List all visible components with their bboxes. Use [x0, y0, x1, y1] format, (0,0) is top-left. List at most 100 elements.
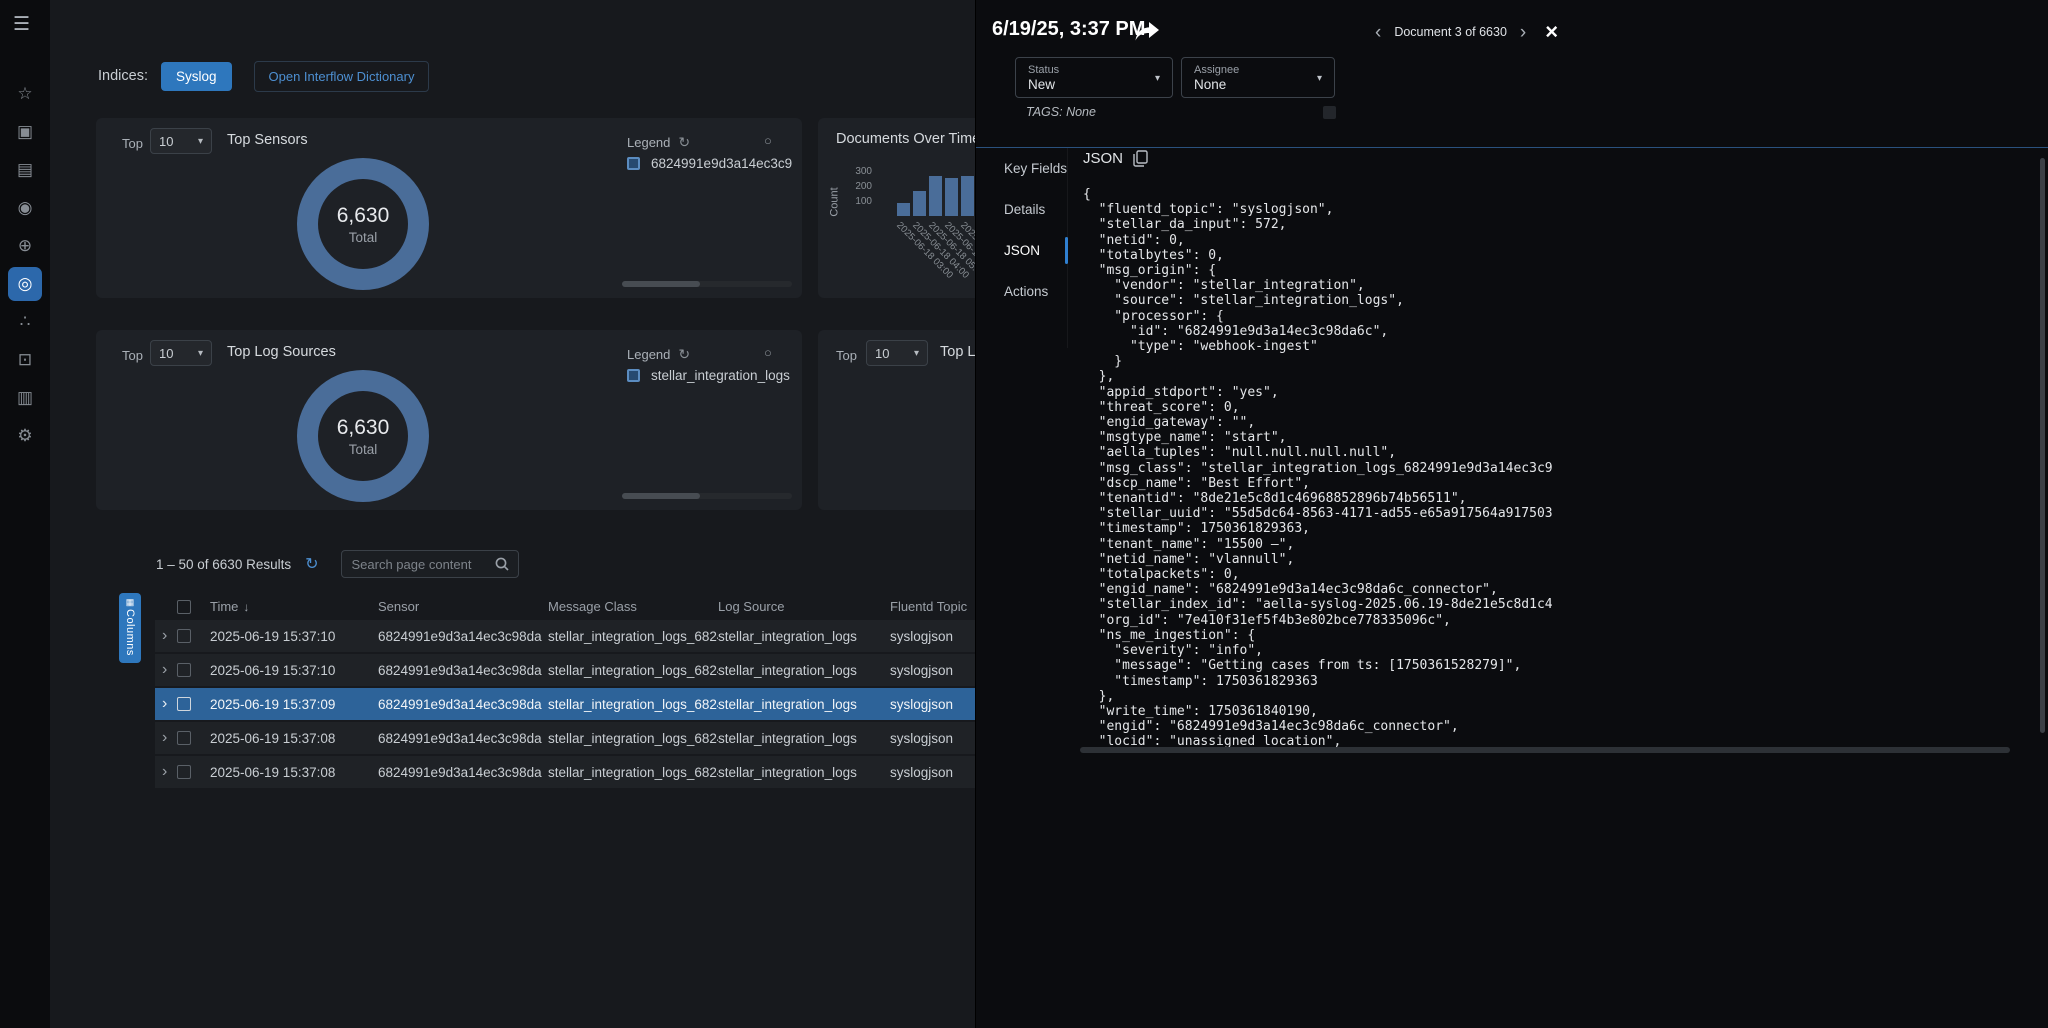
donut-total-value: 6,630 [337, 204, 390, 228]
row-expand-icon[interactable]: › [155, 696, 177, 712]
legend-item-label: 6824991e9d3a14ec3c9 [651, 156, 792, 171]
table-row[interactable]: › 2025-06-19 15:37:08 6824991e9d3a14ec3c… [155, 722, 975, 756]
cell-log-source: stellar_integration_logs [718, 765, 890, 780]
legend-item[interactable]: stellar_integration_logs [627, 368, 790, 383]
chevron-down-icon: ▾ [198, 136, 203, 147]
header-divider [976, 147, 2048, 148]
cell-fluentd-topic: syslogjson [890, 697, 975, 712]
top-sensors-panel: Top 10 ▾ Top Sensors Legend ↻ ○ 6824991e… [96, 118, 802, 298]
syslog-index-button[interactable]: Syslog [161, 62, 232, 91]
cell-time: 2025-06-19 15:37:09 [210, 697, 378, 712]
cell-log-source: stellar_integration_logs [718, 629, 890, 644]
row-checkbox[interactable] [177, 765, 191, 779]
top-count-select[interactable]: 10 ▾ [150, 128, 212, 154]
tab-details[interactable]: Details [976, 189, 1067, 230]
cell-time: 2025-06-19 15:37:08 [210, 765, 378, 780]
sidebar-item-dashboard[interactable]: ▣ [12, 120, 38, 144]
bar[interactable] [945, 178, 958, 216]
cell-sensor: 6824991e9d3a14ec3c98da [378, 765, 548, 780]
legend-collapse-icon[interactable]: ○ [764, 133, 772, 148]
donut-total-value: 6,630 [337, 416, 390, 440]
legend-refresh-icon[interactable]: ↻ [678, 134, 690, 151]
column-header-sensor[interactable]: Sensor [378, 599, 548, 614]
share-icon[interactable] [1134, 21, 1160, 43]
sidebar-item-threat-hunting[interactable]: ⊕ [12, 234, 38, 258]
tab-key-fields[interactable]: Key Fields [976, 148, 1067, 189]
legend-collapse-icon[interactable]: ○ [764, 345, 772, 360]
document-detail-panel: 6/19/25, 3:37 PM ‹ Document 3 of 6630 › … [975, 0, 2048, 1028]
status-dropdown[interactable]: Status New ▾ [1015, 57, 1173, 98]
legend-item[interactable]: 6824991e9d3a14ec3c9 [627, 156, 792, 171]
row-expand-icon[interactable]: › [155, 764, 177, 780]
top-sensors-donut-chart[interactable]: 6,630 Total [297, 158, 429, 290]
search-input[interactable] [342, 557, 494, 572]
sidebar-item-investigate[interactable]: ◎ [8, 267, 42, 301]
json-section-header: JSON [1083, 150, 1148, 167]
sidebar-item-reports[interactable]: ▥ [12, 386, 38, 410]
select-all-checkbox[interactable] [177, 600, 191, 614]
next-document-button[interactable]: › [1520, 23, 1526, 42]
legend-refresh-icon[interactable]: ↻ [678, 346, 690, 363]
sidebar-item-favorites[interactable]: ☆ [12, 82, 38, 106]
top-count-value: 10 [159, 346, 173, 361]
open-interflow-dictionary-button[interactable]: Open Interflow Dictionary [254, 61, 430, 92]
cell-fluentd-topic: syslogjson [890, 765, 975, 780]
y-axis-label: Count [829, 187, 841, 216]
cell-time: 2025-06-19 15:37:08 [210, 731, 378, 746]
panel-title: Top Log Sources [227, 344, 336, 360]
row-expand-icon[interactable]: › [155, 662, 177, 678]
json-vertical-scrollbar[interactable] [2040, 158, 2045, 733]
tab-actions[interactable]: Actions [976, 271, 1067, 312]
row-checkbox[interactable] [177, 629, 191, 643]
column-header-message-class[interactable]: Message Class [548, 599, 718, 614]
legend-checkbox[interactable] [627, 157, 640, 170]
assignee-label: Assignee [1194, 64, 1334, 76]
bar[interactable] [961, 176, 974, 216]
column-header-log-source[interactable]: Log Source [718, 599, 890, 614]
sidebar-item-cases[interactable]: ▤ [12, 158, 38, 182]
cell-message-class: stellar_integration_logs_6824991e9d3a14e… [548, 629, 718, 644]
top-count-select[interactable]: 10 ▾ [150, 340, 212, 366]
tab-json[interactable]: JSON [976, 230, 1067, 271]
column-header-time[interactable]: Time ↓ [210, 599, 378, 614]
row-checkbox[interactable] [177, 697, 191, 711]
row-expand-icon[interactable]: › [155, 730, 177, 746]
legend-label: Legend [627, 347, 670, 362]
sidebar-item-detections[interactable]: ◉ [12, 196, 38, 220]
top-log-sources-donut-chart[interactable]: 6,630 Total [297, 370, 429, 502]
close-icon[interactable]: × [1545, 21, 1558, 43]
assignee-dropdown[interactable]: Assignee None ▾ [1181, 57, 1335, 98]
y-tick: 300 [844, 166, 872, 177]
panel-toggle-icon[interactable] [1323, 106, 1336, 119]
json-horizontal-scrollbar[interactable] [1080, 747, 2010, 753]
search-box [341, 550, 519, 578]
table-row-selected[interactable]: › 2025-06-19 15:37:09 6824991e9d3a14ec3c… [155, 688, 975, 722]
menu-icon[interactable]: ☰ [13, 13, 30, 36]
status-label: Status [1028, 64, 1172, 76]
columns-button[interactable]: ▦ Columns [119, 593, 141, 663]
row-expand-icon[interactable]: › [155, 628, 177, 644]
legend-checkbox[interactable] [627, 369, 640, 382]
previous-document-button[interactable]: ‹ [1375, 23, 1381, 42]
legend-scrollbar-thumb[interactable] [622, 281, 700, 287]
row-checkbox[interactable] [177, 731, 191, 745]
sidebar-item-settings[interactable]: ⚙ [12, 424, 38, 448]
search-icon [494, 556, 510, 572]
cell-message-class: stellar_integration_logs_6824991e9d3a14e… [548, 663, 718, 678]
top-count-select[interactable]: 10 ▾ [866, 340, 928, 366]
sidebar-item-automation[interactable]: ⊡ [12, 348, 38, 372]
sidebar-item-connections[interactable]: ∴ [12, 310, 38, 334]
table-row[interactable]: › 2025-06-19 15:37:10 6824991e9d3a14ec3c… [155, 620, 975, 654]
bar[interactable] [929, 176, 942, 216]
column-header-fluentd-topic[interactable]: Fluentd Topic [890, 599, 975, 614]
refresh-results-icon[interactable]: ↻ [305, 554, 318, 574]
table-row[interactable]: › 2025-06-19 15:37:10 6824991e9d3a14ec3c… [155, 654, 975, 688]
json-document-body[interactable]: { "fluentd_topic": "syslogjson", "stella… [1083, 187, 2013, 747]
sidebar-nav: ☆ ▣ ▤ ◉ ⊕ ◎ ∴ ⊡ ▥ ⚙ [0, 82, 50, 448]
bar[interactable] [913, 191, 926, 216]
copy-icon[interactable] [1133, 150, 1148, 167]
row-checkbox[interactable] [177, 663, 191, 677]
legend-scrollbar-thumb[interactable] [622, 493, 700, 499]
table-row[interactable]: › 2025-06-19 15:37:08 6824991e9d3a14ec3c… [155, 756, 975, 790]
bar[interactable] [897, 203, 910, 216]
